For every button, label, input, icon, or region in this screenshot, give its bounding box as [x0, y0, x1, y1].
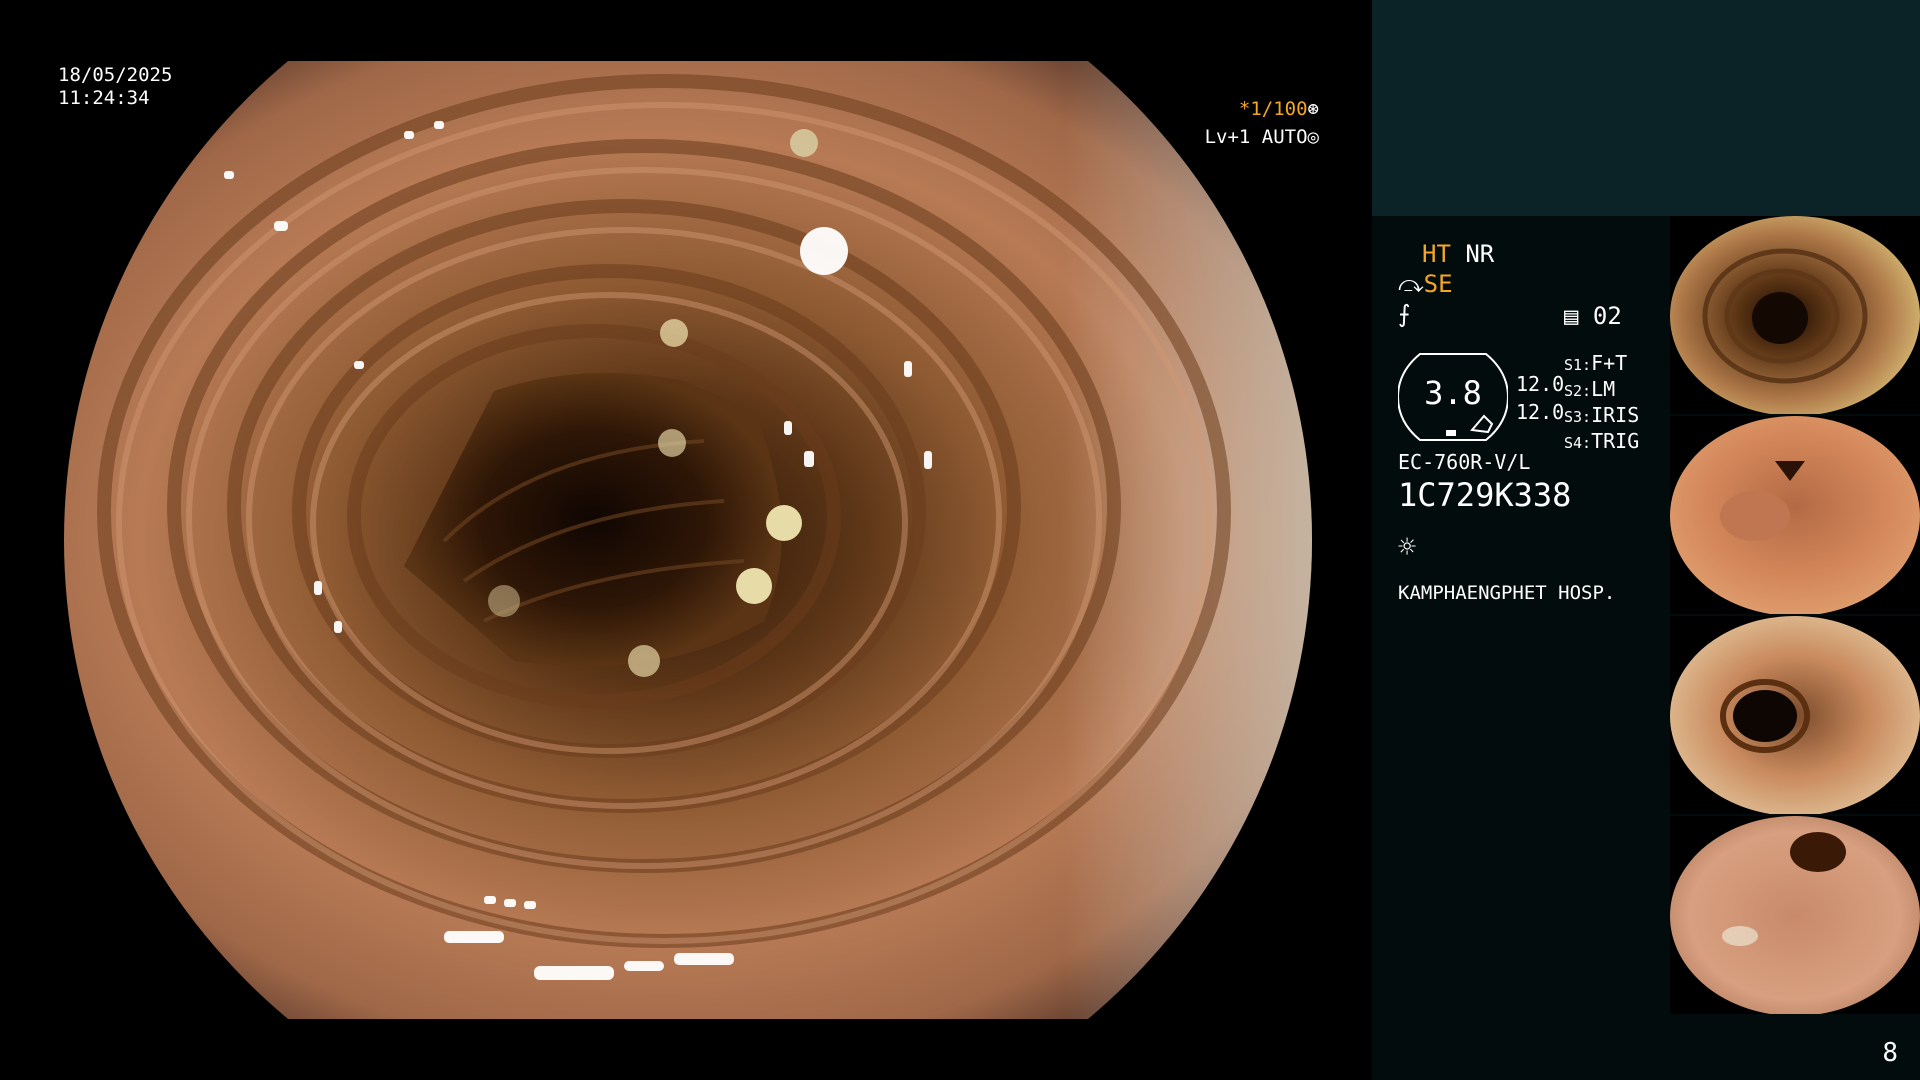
structure-enhance-icon: ⤼	[1398, 270, 1424, 298]
date-time-readout: 18/05/2025 11:24:34	[58, 64, 172, 110]
top-band	[1372, 0, 1920, 216]
s2-value: LM	[1591, 377, 1616, 401]
s4-key: S4:	[1564, 434, 1592, 452]
nr-indicator: NR	[1465, 240, 1495, 268]
gauge-value: 3.8	[1424, 374, 1482, 412]
thumbnail-4[interactable]	[1670, 816, 1920, 1014]
value-1: 12.0	[1516, 372, 1565, 396]
ht-indicator: HT	[1422, 240, 1451, 268]
date-text: 18/05/2025	[58, 64, 173, 86]
s4-value: TRIG	[1591, 429, 1640, 453]
endoscopic-image	[64, 61, 1312, 1019]
shutter-text: *1/100	[1238, 98, 1308, 120]
counter-icon: ▤	[1564, 302, 1579, 330]
se-indicator: SE	[1423, 270, 1453, 298]
level-text: Lv+1 AUTO	[1204, 126, 1308, 148]
s1-key: S1:	[1564, 356, 1592, 374]
iris-icon: ◎	[1307, 126, 1319, 148]
level-readout: Lv+1 AUTO◎	[1205, 126, 1319, 149]
thumbnail-3[interactable]	[1670, 616, 1920, 814]
s1-value: F+T	[1591, 351, 1628, 375]
gauge-display: 3.8	[1396, 352, 1510, 442]
scope-serial: 1C729K338	[1398, 476, 1572, 514]
thumbnail-1[interactable]	[1670, 216, 1920, 414]
page-number: 8	[1882, 1038, 1898, 1068]
hospital-name: KAMPHAENGPHET HOSP.	[1398, 582, 1616, 604]
thumbnail-strip	[1670, 216, 1920, 1016]
processor-info: HT NR ⤼SE ⨍ ▤ 02 3.8 12.0 12.0 S1:F+T S2	[1396, 240, 1668, 680]
scope-model: EC-760R-V/L	[1398, 450, 1531, 474]
thumbnail-2[interactable]	[1670, 416, 1920, 614]
info-panel: HT NR ⤼SE ⨍ ▤ 02 3.8 12.0 12.0 S1:F+T S2	[1372, 0, 1920, 1080]
shutter-readout: *1/100⊛	[1239, 98, 1319, 121]
value-2: 12.0	[1516, 400, 1565, 424]
counter-value: 02	[1592, 302, 1622, 330]
sharpness-icon: ⨍	[1398, 300, 1411, 328]
light-icon: ☼	[1398, 530, 1417, 565]
s3-value: IRIS	[1591, 403, 1640, 427]
time-text: 11:24:34	[58, 87, 150, 109]
shutter-icon: ⊛	[1307, 98, 1319, 120]
s3-key: S3:	[1564, 408, 1592, 426]
endoscope-main-view: 18/05/2025 11:24:34 *1/100⊛ Lv+1 AUTO◎	[0, 0, 1372, 1080]
s2-key: S2:	[1564, 382, 1592, 400]
